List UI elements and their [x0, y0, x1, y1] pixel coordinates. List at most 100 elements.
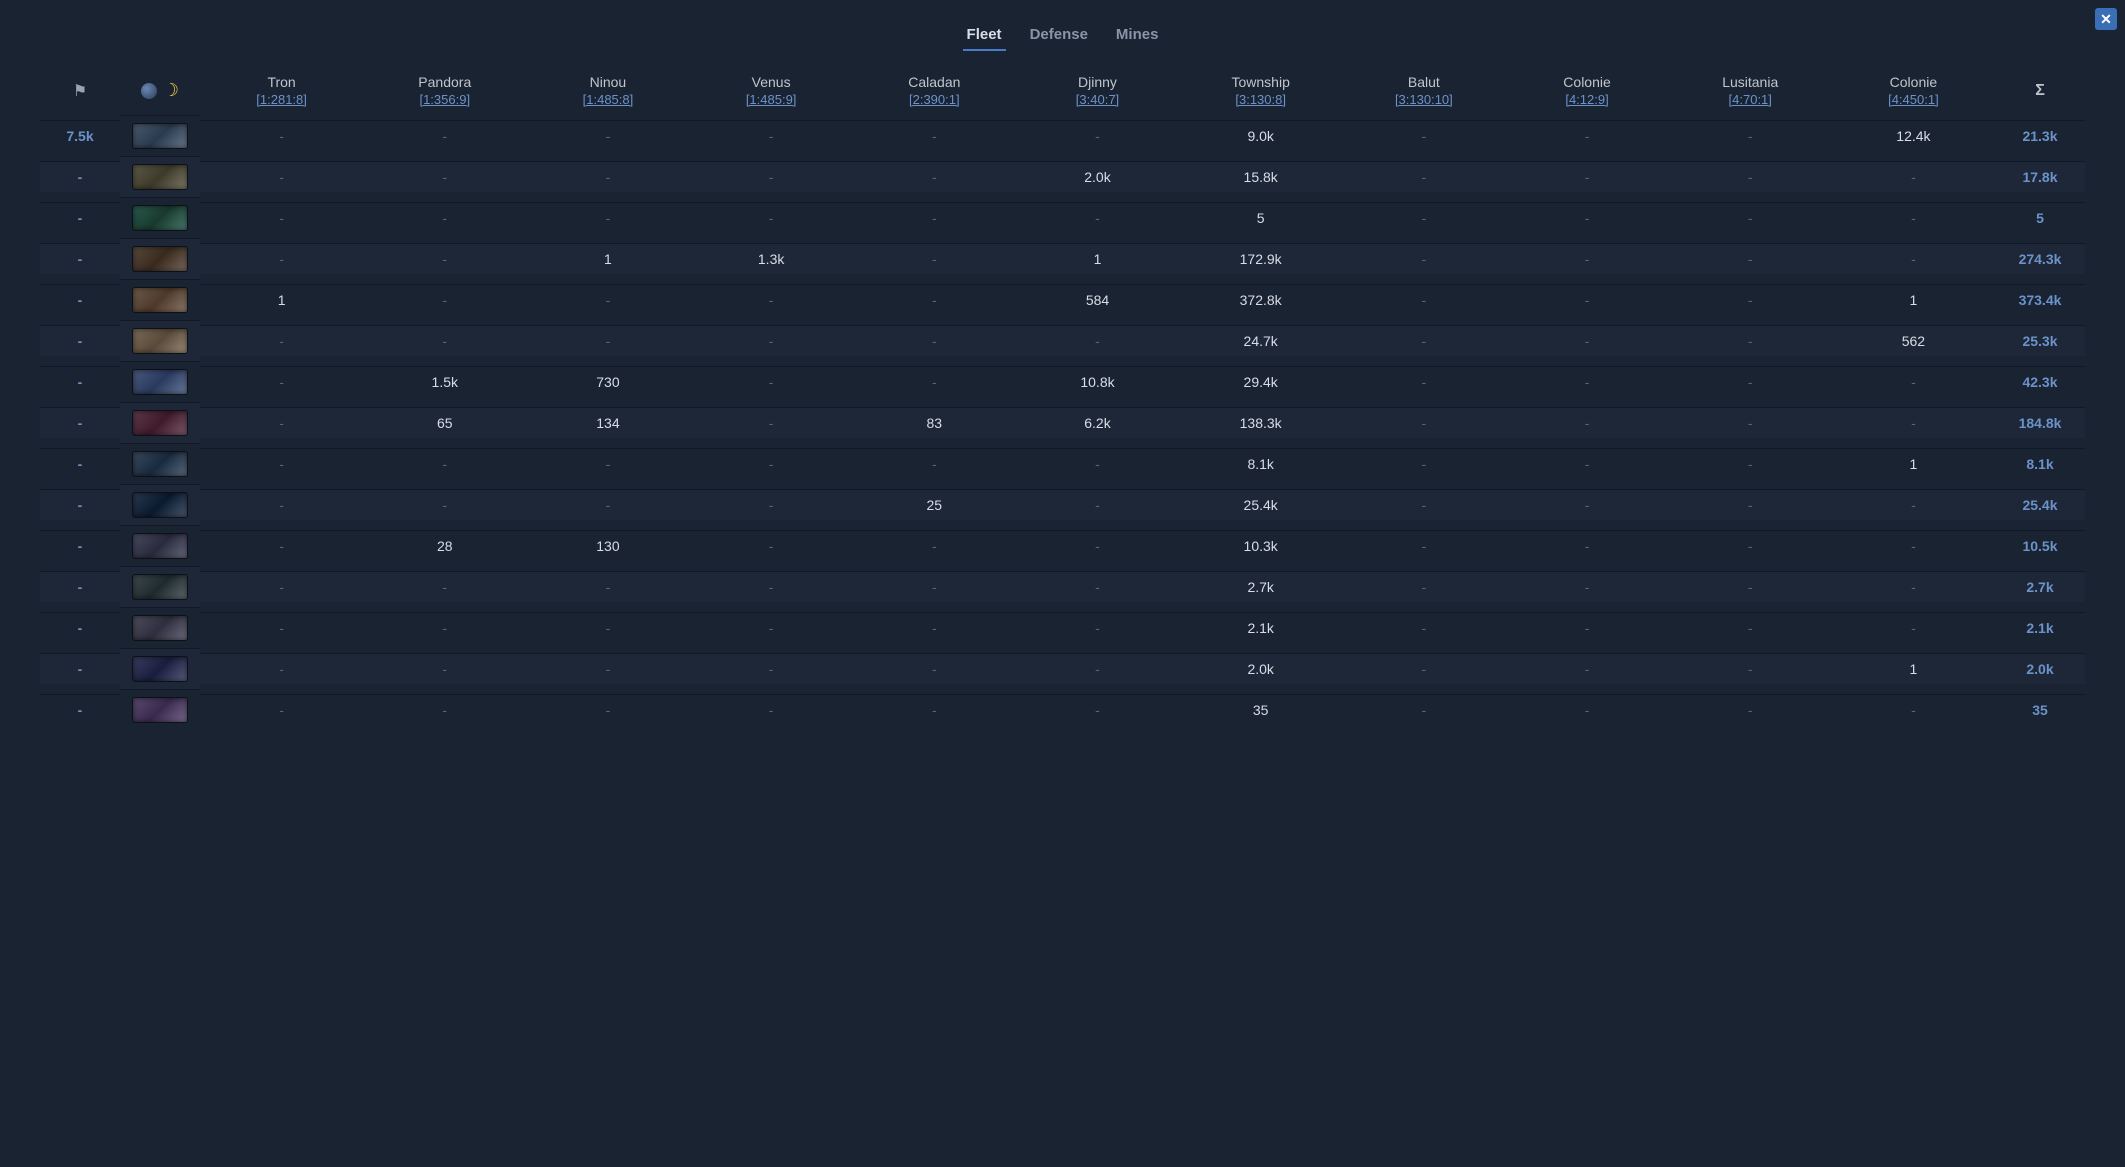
fleet-moving-count: - — [40, 530, 120, 561]
planet-coord-link[interactable]: [1:485:9] — [694, 92, 849, 107]
fleet-sum: 2.0k — [1995, 653, 2085, 684]
fleet-count: - — [1016, 612, 1179, 643]
fleet-count: 1.5k — [363, 366, 526, 397]
fleet-count: - — [1342, 284, 1505, 315]
fleet-count: - — [1669, 284, 1832, 315]
fleet-count: - — [1342, 120, 1505, 151]
ship-thumbnail-cell — [120, 156, 200, 197]
fleet-count: - — [1669, 571, 1832, 602]
planet-coord-link[interactable]: [4:450:1] — [1836, 92, 1991, 107]
ship-thumbnail[interactable] — [132, 287, 188, 313]
planet-header: Djinny [3:40:7] — [1016, 66, 1179, 115]
fleet-sum: 373.4k — [1995, 284, 2085, 315]
fleet-count: - — [1832, 571, 1995, 602]
fleet-count: - — [853, 120, 1016, 151]
fleet-count: - — [363, 571, 526, 602]
fleet-count: - — [690, 489, 853, 520]
fleet-count: - — [200, 407, 363, 438]
planet-coord-link[interactable]: [4:12:9] — [1509, 92, 1664, 107]
fleet-count: 28 — [363, 530, 526, 561]
fleet-count: - — [1342, 694, 1505, 725]
fleet-count: - — [200, 202, 363, 233]
ship-thumbnail[interactable] — [132, 656, 188, 682]
fleet-count: - — [1669, 120, 1832, 151]
fleet-count: 29.4k — [1179, 366, 1342, 397]
fleet-sum: 5 — [1995, 202, 2085, 233]
fleet-count: - — [1342, 530, 1505, 561]
fleet-count: - — [853, 284, 1016, 315]
planet-header: Township[3:130:8] — [1179, 66, 1342, 115]
fleet-count: - — [1016, 530, 1179, 561]
fleet-count: - — [853, 694, 1016, 725]
header-sum: Σ — [1995, 74, 2085, 108]
fleet-count: - — [200, 489, 363, 520]
planet-header: Caladan [2:390:1] — [853, 66, 1016, 115]
fleet-sum: 274.3k — [1995, 243, 2085, 274]
planet-coord-link[interactable]: [2:390:1] — [857, 92, 1012, 107]
tab-fleet[interactable]: Fleet — [963, 20, 1006, 51]
ship-thumbnail-cell — [120, 443, 200, 484]
ship-thumbnail-cell — [120, 525, 200, 566]
planet-name: Venus — [694, 74, 849, 90]
ship-thumbnail[interactable] — [132, 410, 188, 436]
fleet-sum: 184.8k — [1995, 407, 2085, 438]
planet-coord-link[interactable]: [1:356:9] — [367, 92, 522, 107]
fleet-count: - — [853, 366, 1016, 397]
fleet-count: - — [853, 243, 1016, 274]
planet-name: Djinny — [1020, 74, 1175, 90]
planet-coord-link[interactable]: [3:130:8] — [1183, 92, 1338, 107]
fleet-count: - — [363, 202, 526, 233]
ship-thumbnail[interactable] — [132, 492, 188, 518]
planet-coord-link[interactable]: [1:485:8] — [530, 92, 685, 107]
fleet-count: - — [1669, 694, 1832, 725]
ship-thumbnail[interactable] — [132, 451, 188, 477]
fleet-count: - — [690, 571, 853, 602]
fleet-count: - — [526, 653, 689, 684]
ship-thumbnail-cell — [120, 361, 200, 402]
fleet-count: - — [1669, 489, 1832, 520]
ship-thumbnail[interactable] — [132, 369, 188, 395]
ship-thumbnail[interactable] — [132, 574, 188, 600]
planet-name: Caladan — [857, 74, 1012, 90]
fleet-count: - — [1342, 202, 1505, 233]
planet-header: Pandora[1:356:9] — [363, 66, 526, 115]
ship-thumbnail[interactable] — [132, 328, 188, 354]
ship-thumbnail-cell — [120, 197, 200, 238]
ship-thumbnail[interactable] — [132, 246, 188, 272]
fleet-count: - — [1832, 243, 1995, 274]
ship-thumbnail-cell — [120, 566, 200, 607]
fleet-count: - — [1505, 612, 1668, 643]
fleet-count: - — [1832, 530, 1995, 561]
planet-coord-link[interactable]: [1:281:8] — [204, 92, 359, 107]
tab-mines[interactable]: Mines — [1112, 20, 1163, 51]
planet-coord-link[interactable]: [3:130:10] — [1346, 92, 1501, 107]
planet-coord-link[interactable]: [4:70:1] — [1673, 92, 1828, 107]
fleet-moving-count: - — [40, 612, 120, 643]
fleet-moving-count: - — [40, 202, 120, 233]
fleet-count: - — [1505, 448, 1668, 479]
planet-name: Tron — [204, 74, 359, 90]
fleet-count: 10.8k — [1016, 366, 1179, 397]
fleet-count: - — [1832, 612, 1995, 643]
fleet-count: - — [526, 161, 689, 192]
fleet-moving-count: - — [40, 284, 120, 315]
fleet-count: - — [1669, 612, 1832, 643]
fleet-count: - — [1505, 530, 1668, 561]
fleet-count: - — [200, 653, 363, 684]
ship-thumbnail[interactable] — [132, 697, 188, 723]
fleet-count: - — [200, 694, 363, 725]
ship-thumbnail[interactable] — [132, 205, 188, 231]
fleet-count: - — [853, 612, 1016, 643]
ship-thumbnail[interactable] — [132, 164, 188, 190]
planet-coord-link[interactable]: [3:40:7] — [1020, 92, 1175, 107]
close-button[interactable]: ✕ — [2095, 8, 2117, 30]
ship-thumbnail[interactable] — [132, 615, 188, 641]
planet-header: Colonie[4:450:1] — [1832, 66, 1995, 115]
fleet-count: - — [1016, 448, 1179, 479]
ship-thumbnail[interactable] — [132, 123, 188, 149]
tab-defense[interactable]: Defense — [1026, 20, 1092, 51]
fleet-count: - — [363, 694, 526, 725]
ship-thumbnail[interactable] — [132, 533, 188, 559]
fleet-count: - — [1669, 530, 1832, 561]
fleet-count: 15.8k — [1179, 161, 1342, 192]
